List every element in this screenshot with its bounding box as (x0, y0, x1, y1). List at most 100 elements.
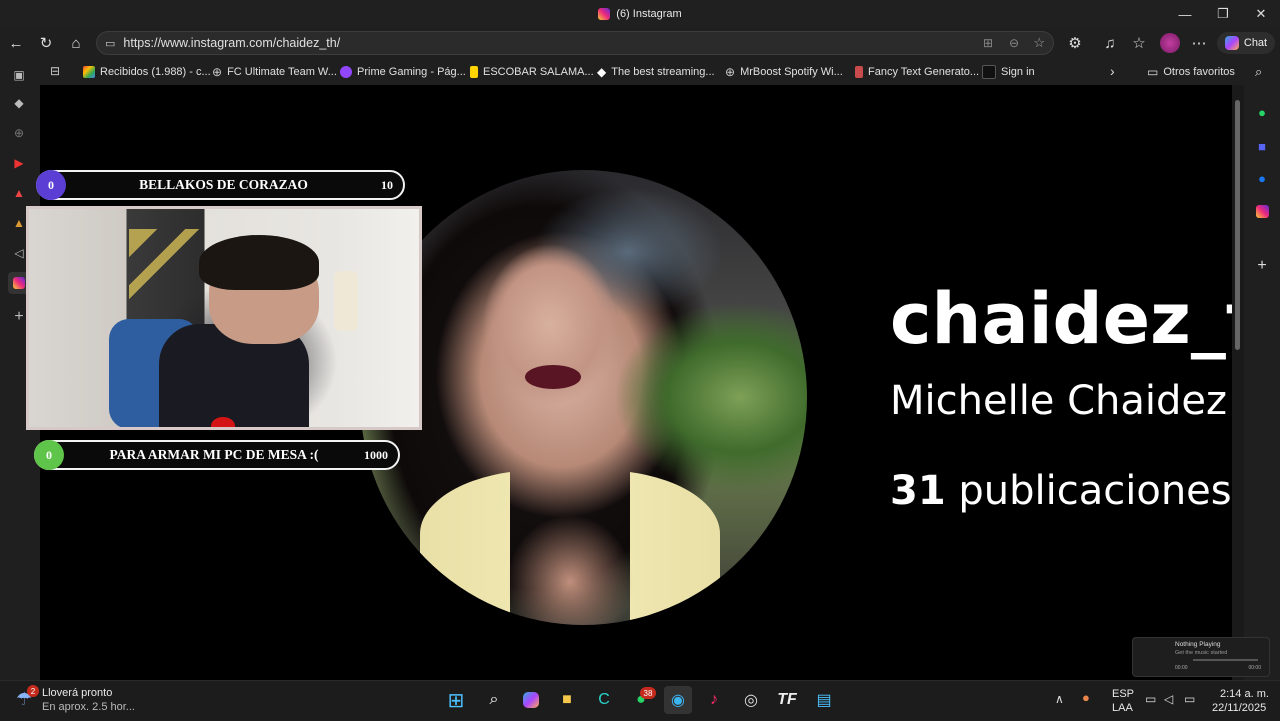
instagram-icon (598, 8, 611, 20)
profile-picture[interactable] (360, 170, 807, 625)
discord-icon[interactable]: ■ (1252, 136, 1272, 156)
collections-icon[interactable]: ⊟ (50, 64, 60, 78)
window-title-text: (6) Instagram (616, 8, 682, 20)
goal-progress-indicator: 0 (34, 440, 64, 470)
goal-label: PARA ARMAR MI PC DE MESA :( (109, 447, 319, 462)
goal-bar-pc: 0 PARA ARMAR MI PC DE MESA :( 1000 (34, 440, 400, 470)
browser-essentials-icon[interactable]: ♫ (1097, 30, 1123, 56)
posts-number: 31 (890, 468, 946, 514)
language-top[interactable]: ESP (1112, 688, 1134, 700)
prime-gaming-icon (340, 65, 352, 78)
gmail-icon (83, 65, 95, 78)
goal-target: 1000 (364, 447, 388, 462)
whatsapp-badge: 38 (640, 687, 656, 699)
now-playing-title: Nothing Playing (1175, 641, 1221, 648)
chevron-right-icon[interactable]: › (1110, 63, 1115, 79)
profile-username: chaidez_th (890, 278, 1232, 360)
file-explorer-icon[interactable]: ■ (553, 686, 581, 714)
close-button[interactable]: ✕ (1242, 0, 1280, 28)
steam-icon[interactable]: ◎ (737, 686, 765, 714)
bookmark-fancy-text[interactable]: Fancy Text Generato... (855, 58, 979, 85)
scrollbar-thumb[interactable] (1235, 100, 1240, 350)
copilot-icon (1224, 36, 1239, 50)
now-playing-time-start: 00:00 (1175, 665, 1188, 671)
now-playing-subtitle: Get the music started (1175, 650, 1228, 656)
webcam-overlay (26, 206, 422, 430)
bookmark-icon (470, 65, 478, 78)
extensions-icon[interactable]: ⚙ (1062, 30, 1088, 56)
taskbar-search-icon[interactable]: ⌕ (480, 686, 508, 714)
bookmark-other-favorites[interactable]: ▭ Otros favoritos (1147, 58, 1235, 85)
sign-in-icon (982, 64, 996, 79)
tab-favicon-youtube[interactable]: ▶ (8, 152, 30, 174)
globe-icon: ⊕ (725, 64, 736, 79)
text-generator-icon (855, 65, 863, 78)
globe-icon: ⊕ (212, 64, 223, 79)
app-icon-c[interactable]: C (590, 686, 618, 714)
bookmark-prime-gaming[interactable]: Prime Gaming - Pág... (340, 58, 466, 85)
clock-time[interactable]: 2:14 a. m. (1220, 688, 1269, 700)
now-playing-time-end: 00:00 (1248, 665, 1261, 671)
home-icon[interactable]: ⌂ (63, 30, 89, 56)
tab-favicon-streaming[interactable]: ◆ (8, 92, 30, 114)
microphone-icon[interactable]: ● (1082, 690, 1090, 705)
minimize-button[interactable]: — (1166, 0, 1204, 28)
favorites-icon[interactable]: ☆ (1126, 30, 1152, 56)
profile-avatar[interactable] (1160, 33, 1180, 53)
bookmark-mrboost[interactable]: ⊕ MrBoost Spotify Wi... (725, 58, 843, 85)
tab-favicon-alert[interactable]: ▲ (8, 182, 30, 204)
chat-label: Chat (1243, 37, 1268, 49)
now-playing-progress[interactable] (1193, 659, 1258, 661)
weather-subtitle[interactable]: En aprox. 2.5 hor... (42, 701, 135, 713)
goal-target: 10 (381, 177, 393, 192)
bookmark-escobar[interactable]: ESCOBAR SALAMA... (470, 58, 594, 85)
network-icon[interactable]: ▭ (1145, 692, 1156, 706)
app-available-icon[interactable]: ⊞ (983, 36, 993, 50)
posts-count: 31 publicaciones (890, 468, 1232, 514)
address-bar[interactable]: ▭ https://www.instagram.com/chaidez_th/ … (96, 31, 1054, 55)
facebook-icon[interactable]: ● (1252, 168, 1272, 188)
whatsapp-icon[interactable]: ● (1252, 102, 1272, 122)
language-bottom[interactable]: LAA (1112, 702, 1133, 714)
back-icon[interactable]: ← (3, 30, 29, 56)
volume-icon[interactable]: ◁ (1164, 692, 1173, 706)
copilot-chat-button[interactable]: Chat (1217, 32, 1275, 54)
search-icon[interactable]: ⌕ (1255, 64, 1262, 80)
info-icon[interactable]: ▭ (105, 37, 115, 50)
streaming-icon: ◆ (597, 64, 607, 79)
add-sidebar-app-icon[interactable]: + (1252, 256, 1272, 276)
tf-app-icon[interactable]: TF (773, 686, 801, 714)
tray-overflow-icon[interactable]: ∧ (1055, 692, 1064, 706)
tiktok-icon[interactable]: ♪ (700, 686, 728, 714)
refresh-icon[interactable]: ↻ (33, 30, 59, 56)
bookmark-fc-ultimate[interactable]: ⊕ FC Ultimate Team W... (212, 58, 337, 85)
maximize-button[interactable]: ❐ (1204, 0, 1242, 28)
battery-icon[interactable]: ▭ (1184, 692, 1195, 706)
url-text[interactable]: https://www.instagram.com/chaidez_th/ (123, 36, 340, 50)
instagram-sidebar-icon[interactable] (1252, 201, 1272, 221)
edge-taskbar-icon[interactable]: ◉ (664, 686, 692, 714)
username-clip: chaidez_th (880, 270, 1232, 370)
window-controls: — ❐ ✕ (1166, 0, 1280, 28)
window-title: (6) Instagram (0, 0, 1280, 28)
bookmark-gmail[interactable]: Recibidos (1.988) - c... (83, 58, 211, 85)
copilot-taskbar-icon[interactable] (517, 686, 545, 714)
more-options-icon[interactable]: ⋯ (1186, 30, 1212, 56)
folder-icon: ▭ (1147, 64, 1159, 79)
clock-date[interactable]: 22/11/2025 (1212, 702, 1266, 714)
bookmark-sign-in[interactable]: Sign in (982, 58, 1035, 85)
goal-bar-bellakos: 0 BELLAKOS DE CORAZAO 10 (36, 170, 405, 200)
favorite-star-icon[interactable]: ☆ (1033, 35, 1045, 51)
start-windows-icon[interactable]: ⊞ (442, 686, 470, 714)
tab-actions-icon[interactable]: ▣ (8, 64, 30, 86)
profile-full-name: Michelle Chaidez (890, 378, 1228, 424)
tab-favicon-globe[interactable]: ⊕ (8, 122, 30, 144)
zoom-icon[interactable]: ⊖ (1009, 36, 1019, 50)
posts-label: publicaciones (958, 468, 1232, 514)
notepad-icon[interactable]: ▤ (810, 686, 838, 714)
goal-label: BELLAKOS DE CORAZAO (139, 177, 308, 192)
now-playing-widget[interactable]: Nothing Playing Get the music started 00… (1132, 637, 1270, 677)
bookmark-streaming[interactable]: ◆ The best streaming... (597, 58, 715, 85)
weather-title[interactable]: Lloverá pronto (42, 687, 112, 699)
goal-progress-indicator: 0 (36, 170, 66, 200)
